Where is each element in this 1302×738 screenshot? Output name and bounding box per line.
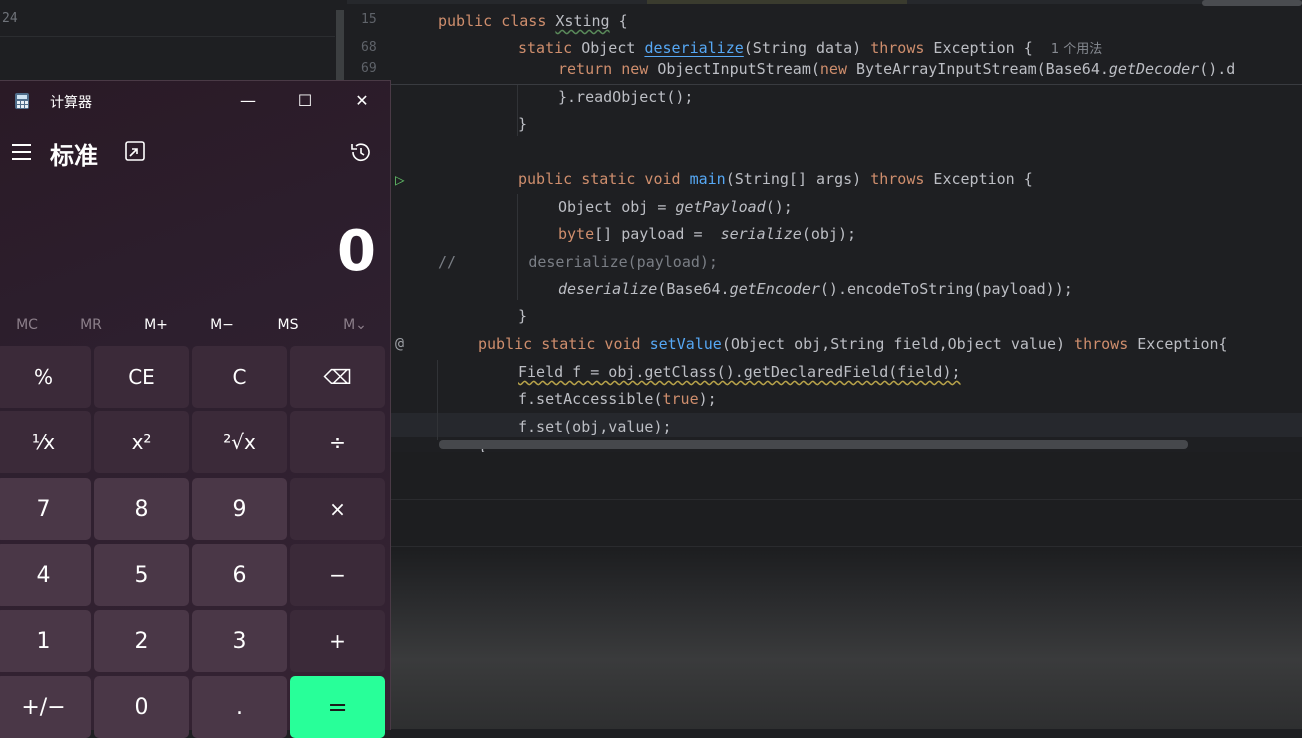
reciprocal-button[interactable]: ¹⁄x xyxy=(0,411,91,473)
mode-title: 标准 xyxy=(50,142,98,170)
gutter-line-number: 68 xyxy=(361,40,377,55)
digit-6-button[interactable]: 6 xyxy=(192,544,287,606)
square-root-label: ²√x xyxy=(223,430,256,454)
line-number: 24 xyxy=(2,11,18,26)
title-bar[interactable]: 计算器 — ☐ ✕ xyxy=(0,81,390,121)
clear-entry-button[interactable]: CE xyxy=(94,346,189,408)
code-line: static Object deserialize(String data) t… xyxy=(518,39,1103,57)
vertical-scrollbar[interactable] xyxy=(336,10,344,80)
digit-5-label: 5 xyxy=(134,562,149,588)
minimize-button[interactable]: — xyxy=(225,85,271,117)
code-line: } xyxy=(518,115,528,133)
code-line: public class Xsting { xyxy=(438,12,628,30)
gutter-line-number: 69 xyxy=(361,61,377,76)
minus-button[interactable]: − xyxy=(290,544,385,606)
sticky-scroll-header: 15 68 69 public class Xsting { static Ob… xyxy=(347,0,1302,85)
negate-label: +/− xyxy=(21,694,66,720)
digit-1-label: 1 xyxy=(36,628,51,654)
history-icon[interactable] xyxy=(348,140,372,164)
override-gutter-icon[interactable]: @ xyxy=(395,334,404,352)
digit-2-button[interactable]: 2 xyxy=(94,610,189,672)
memory-store-button[interactable]: MS xyxy=(255,313,321,337)
memory-add-button[interactable]: M+ xyxy=(123,313,189,337)
square-root-button[interactable]: ²√x xyxy=(192,411,287,473)
usage-hint[interactable]: 1 个用法 xyxy=(1051,42,1102,57)
memory-list-button[interactable]: M⌄ xyxy=(322,313,388,337)
divider xyxy=(0,36,335,37)
backspace-button[interactable]: ⌫ xyxy=(290,346,385,408)
minus-label: − xyxy=(329,563,346,587)
code-line: Object obj = getPayload(); xyxy=(558,198,793,216)
digit-9-label: 9 xyxy=(232,496,247,522)
plus-label: + xyxy=(329,629,346,653)
calculator-app-icon xyxy=(13,92,31,110)
indent-guide xyxy=(437,360,438,440)
clear-button[interactable]: C xyxy=(192,346,287,408)
digit-4-label: 4 xyxy=(36,562,51,588)
code-line: public static void main(String[] args) t… xyxy=(518,170,1033,188)
memory-clear-button[interactable]: MC xyxy=(0,313,60,337)
indent-guide xyxy=(517,194,518,300)
window-title: 计算器 xyxy=(50,95,92,111)
backspace-label: ⌫ xyxy=(323,365,352,389)
display-value: 0 xyxy=(337,219,376,284)
code-line: f.setAccessible(true); xyxy=(518,390,717,408)
memory-subtract-button[interactable]: M− xyxy=(189,313,255,337)
digit-3-label: 3 xyxy=(232,628,247,654)
square-button[interactable]: x² xyxy=(94,411,189,473)
plus-button[interactable]: + xyxy=(290,610,385,672)
digit-5-button[interactable]: 5 xyxy=(94,544,189,606)
run-gutter-icon[interactable]: ▷ xyxy=(395,170,405,189)
close-button[interactable]: ✕ xyxy=(339,85,385,117)
digit-8-label: 8 xyxy=(134,496,149,522)
gutter-line-number: 15 xyxy=(361,12,377,27)
code-line: f.set(obj,value); xyxy=(518,418,672,436)
digit-7-button[interactable]: 7 xyxy=(0,478,91,540)
code-line: }.readObject(); xyxy=(558,88,694,106)
decimal-label: . xyxy=(236,694,243,720)
code-line: public static void setValue(Object obj,S… xyxy=(478,335,1228,353)
clear-entry-label: CE xyxy=(128,365,155,389)
clear-label: C xyxy=(232,365,247,389)
maximize-button[interactable]: ☐ xyxy=(282,85,328,117)
top-strip xyxy=(347,0,1302,6)
code-editor[interactable]: }.readObject(); } ▷ public static void m… xyxy=(347,0,1302,452)
digit-9-button[interactable]: 9 xyxy=(192,478,287,540)
code-line-warning: Field f = obj.getClass().getDeclaredFiel… xyxy=(518,363,961,381)
digit-0-label: 0 xyxy=(134,694,149,720)
digit-6-label: 6 xyxy=(232,562,247,588)
reciprocal-label: ¹⁄x xyxy=(31,430,56,454)
divide-label: ÷ xyxy=(329,430,346,454)
digit-7-label: 7 xyxy=(36,496,51,522)
percent-label: % xyxy=(33,365,53,389)
keep-on-top-icon[interactable] xyxy=(124,140,146,162)
digit-8-button[interactable]: 8 xyxy=(94,478,189,540)
code-line: return new ObjectInputStream(new ByteArr… xyxy=(558,60,1236,78)
tool-window-area xyxy=(390,452,1302,729)
multiply-button[interactable]: × xyxy=(290,478,385,540)
divide-button[interactable]: ÷ xyxy=(290,411,385,473)
digit-2-label: 2 xyxy=(134,628,149,654)
horizontal-scrollbar[interactable] xyxy=(439,440,1188,449)
multiply-label: × xyxy=(329,497,346,521)
code-line: deserialize(Base64.getEncoder().encodeTo… xyxy=(558,280,1073,298)
calculator-window[interactable]: 计算器 — ☐ ✕ 标准 0 MC MR M+ M− MS M⌄ % CE C ⌫ ¹⁄… xyxy=(0,80,391,738)
comment-line: // deserialize(payload); xyxy=(438,253,718,271)
square-label: x² xyxy=(131,430,152,454)
memory-row: MC MR M+ M− MS M⌄ xyxy=(0,313,390,337)
code-line: } xyxy=(518,307,528,325)
equals-label: = xyxy=(327,693,348,721)
digit-1-button[interactable]: 1 xyxy=(0,610,91,672)
menu-icon[interactable] xyxy=(12,144,31,165)
left-editor-pane: 24 xyxy=(0,0,347,80)
percent-button[interactable]: % xyxy=(0,346,91,408)
memory-recall-button[interactable]: MR xyxy=(58,313,124,337)
digit-4-button[interactable]: 4 xyxy=(0,544,91,606)
code-line: byte[] payload = serialize(obj); xyxy=(558,225,857,243)
digit-3-button[interactable]: 3 xyxy=(192,610,287,672)
